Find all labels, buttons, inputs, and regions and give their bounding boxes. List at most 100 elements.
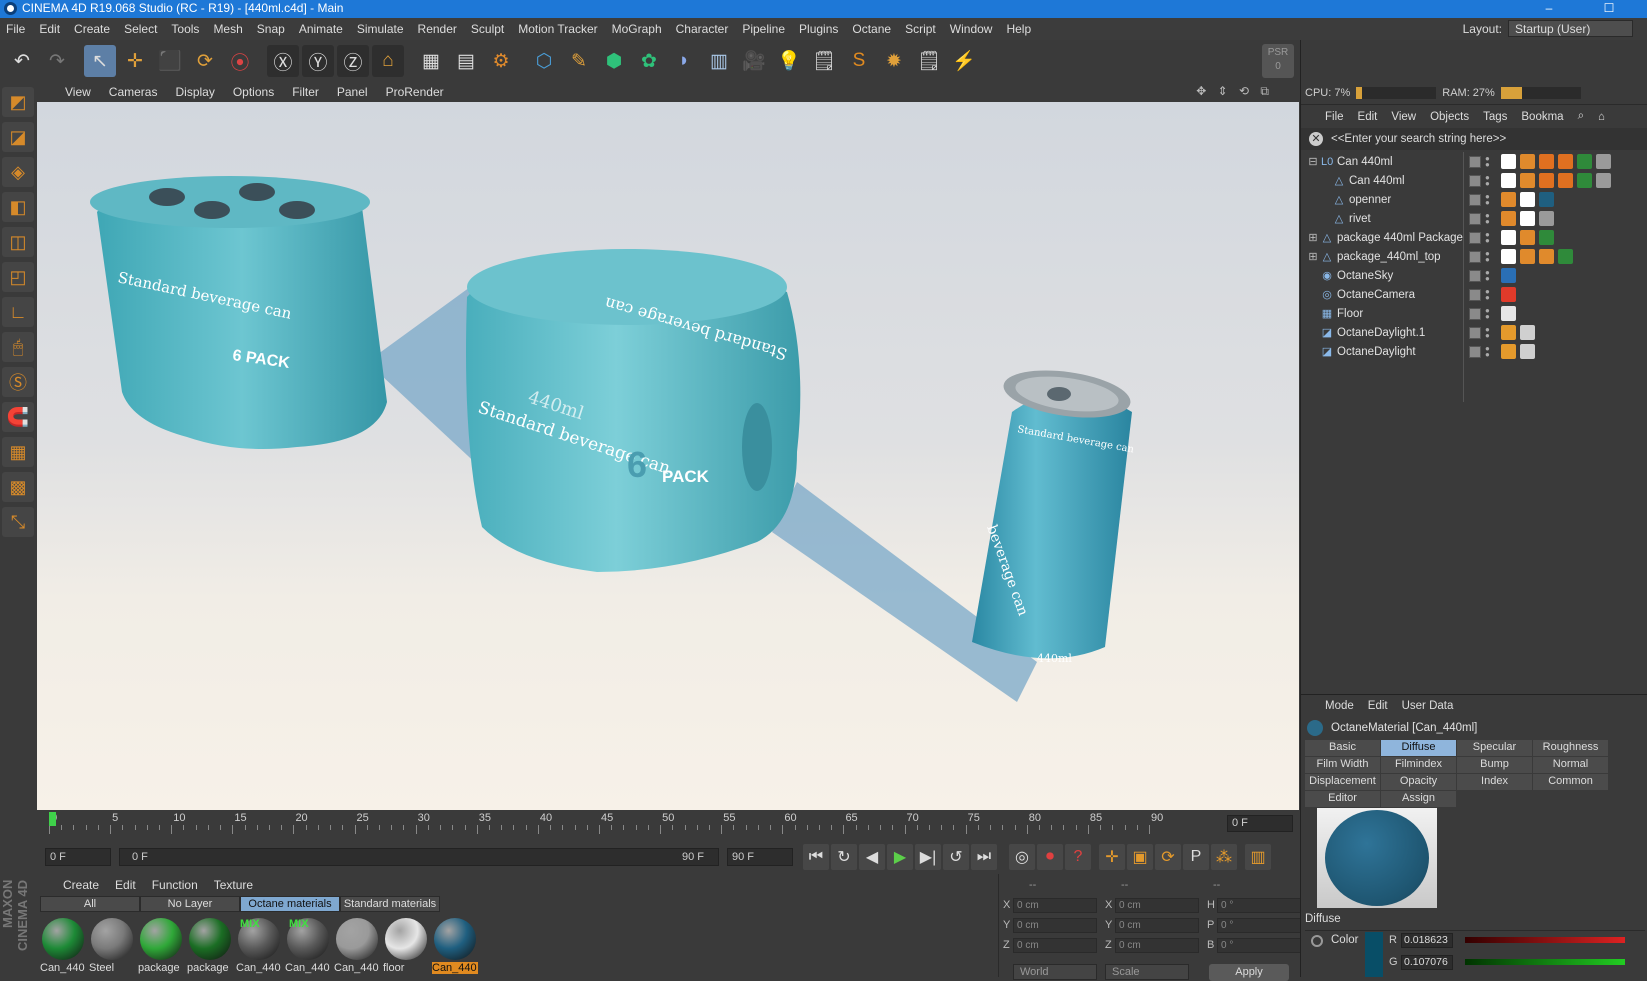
object-row[interactable]: △ Can 440ml ● ●	[1301, 171, 1647, 191]
mat-menu-function[interactable]: Function	[152, 878, 198, 892]
menu-simulate[interactable]: Simulate	[357, 22, 404, 36]
clear-search-icon[interactable]: ✕	[1309, 132, 1323, 146]
maximize-button[interactable]: ☐	[1589, 0, 1629, 18]
points-mode-icon[interactable]: ◧	[2, 192, 34, 222]
object-row[interactable]: ⊟ L0 Can 440ml ● ●	[1301, 152, 1647, 172]
object-name[interactable]: Can 440ml	[1337, 156, 1393, 168]
tag-icon[interactable]	[1520, 211, 1535, 226]
object-row[interactable]: ⊞ △ package_440ml_top ● ●	[1301, 247, 1647, 267]
size-z-field[interactable]: 0 cm	[1115, 937, 1199, 953]
diffuse-section-header[interactable]: Diffuse	[1305, 913, 1645, 931]
object-name[interactable]: rivet	[1349, 213, 1371, 225]
menu-sculpt[interactable]: Sculpt	[471, 22, 504, 36]
tag-icon[interactable]	[1520, 230, 1535, 245]
quantize-icon[interactable]: ▩	[2, 472, 34, 502]
texture-mode-icon[interactable]: ◪	[2, 122, 34, 152]
timeline[interactable]: 051015202530354045505560657075808590 0 F	[37, 810, 1299, 840]
attr-menu-edit[interactable]: Edit	[1368, 700, 1388, 712]
object-name[interactable]: OctaneDaylight.1	[1337, 327, 1425, 339]
menu-mograph[interactable]: MoGraph	[612, 22, 662, 36]
visibility-dots[interactable]: ● ●	[1485, 269, 1490, 283]
menu-octane[interactable]: Octane	[852, 22, 891, 36]
menu-help[interactable]: Help	[1006, 22, 1031, 36]
object-row[interactable]: ◪ OctaneDaylight ● ●	[1301, 342, 1647, 362]
play-button[interactable]: ▶	[887, 844, 913, 870]
object-row[interactable]: △ rivet ● ●	[1301, 209, 1647, 229]
tag-icon[interactable]	[1558, 154, 1573, 169]
menu-pipeline[interactable]: Pipeline	[742, 22, 785, 36]
attr-tab[interactable]: Roughness	[1533, 740, 1608, 756]
size-y-field[interactable]: 0 cm	[1115, 917, 1199, 933]
tweak-mode-icon[interactable]: 🖱	[2, 332, 34, 362]
object-row[interactable]: ◪ OctaneDaylight.1 ● ●	[1301, 323, 1647, 343]
attr-tab[interactable]: Common	[1533, 774, 1608, 790]
settings-icon[interactable]: ✹	[878, 45, 910, 77]
menu-render[interactable]: Render	[418, 22, 457, 36]
mat-tab-all[interactable]: All	[40, 896, 140, 912]
key-pla-icon[interactable]: ⁂	[1211, 844, 1237, 870]
menu-tools[interactable]: Tools	[171, 22, 199, 36]
step-forward-button[interactable]: ▶|	[915, 844, 941, 870]
obj-menu-view[interactable]: View	[1391, 111, 1416, 123]
object-search-input[interactable]: <<Enter your search string here>>	[1331, 133, 1506, 145]
material-swatch[interactable]: MIX Can_440	[285, 916, 331, 974]
tag-icon[interactable]	[1501, 344, 1516, 359]
end-frame-field[interactable]: 90 F	[727, 848, 793, 866]
tag-icon[interactable]	[1520, 325, 1535, 340]
attr-tab[interactable]: Index	[1457, 774, 1532, 790]
paint-icon[interactable]: ⚡	[948, 45, 980, 77]
edges-mode-icon[interactable]: ◫	[2, 227, 34, 257]
menu-script[interactable]: Script	[905, 22, 936, 36]
tag-icon[interactable]	[1539, 211, 1554, 226]
tag-icon[interactable]	[1520, 249, 1535, 264]
layer-checkbox[interactable]	[1469, 289, 1481, 301]
visibility-dots[interactable]: ● ●	[1485, 345, 1490, 359]
minimize-button[interactable]: –	[1529, 0, 1569, 18]
rotation-b-field[interactable]: 0 °	[1217, 937, 1301, 953]
object-name[interactable]: package_440ml_top	[1337, 251, 1441, 263]
solo-icon[interactable]: ⤡	[2, 507, 34, 537]
object-search-bar[interactable]: ✕ <<Enter your search string here>>	[1301, 128, 1647, 150]
tag-icon[interactable]	[1520, 192, 1535, 207]
material-swatch[interactable]: MIX Can_440	[236, 916, 282, 974]
mat-menu-create[interactable]: Create	[63, 878, 99, 892]
visibility-dots[interactable]: ● ●	[1485, 212, 1490, 226]
layer-checkbox[interactable]	[1469, 232, 1481, 244]
menu-select[interactable]: Select	[124, 22, 157, 36]
tag-icon[interactable]	[1539, 173, 1554, 188]
obj-menu-objects[interactable]: Objects	[1430, 111, 1469, 123]
coord-mode-dropdown[interactable]: Scale	[1105, 964, 1189, 980]
z-axis-icon[interactable]: Ⓩ	[337, 45, 369, 77]
layer-checkbox[interactable]	[1469, 156, 1481, 168]
rotation-p-field[interactable]: 0 °	[1217, 917, 1301, 933]
snap-icon[interactable]: Ⓢ	[2, 367, 34, 397]
object-row[interactable]: ◎ OctaneCamera ● ●	[1301, 285, 1647, 305]
light-icon[interactable]: 💡	[773, 45, 805, 77]
tag-icon[interactable]	[1577, 154, 1592, 169]
attr-tab[interactable]: Displacement	[1305, 774, 1380, 790]
material-swatch[interactable]: package	[187, 916, 233, 974]
mat-tab-octane[interactable]: Octane materials	[240, 896, 340, 912]
tag-icon[interactable]	[1596, 173, 1611, 188]
key-position-icon[interactable]: ✛	[1099, 844, 1125, 870]
object-name[interactable]: Can 440ml	[1349, 175, 1405, 187]
attr-menu-user-data[interactable]: User Data	[1402, 700, 1454, 712]
attr-tab[interactable]: Bump	[1457, 757, 1532, 773]
color-swatch[interactable]	[1365, 932, 1383, 977]
mat-tab-standard[interactable]: Standard materials	[340, 896, 440, 912]
key-scale-icon[interactable]: ▣	[1127, 844, 1153, 870]
obj-menu-edit[interactable]: Edit	[1358, 111, 1378, 123]
viewport-menu-view[interactable]: View	[65, 85, 91, 99]
mat-menu-edit[interactable]: Edit	[115, 878, 136, 892]
object-row[interactable]: ▦ Floor ● ●	[1301, 304, 1647, 324]
apply-button[interactable]: Apply	[1209, 964, 1289, 981]
coord-space-dropdown[interactable]: World	[1013, 964, 1097, 980]
coordinate-system-icon[interactable]: ⌂	[372, 45, 404, 77]
attr-tab[interactable]: Film Width	[1305, 757, 1380, 773]
visibility-dots[interactable]: ● ●	[1485, 307, 1490, 321]
g-slider[interactable]	[1465, 959, 1625, 965]
attr-tab[interactable]: Diffuse	[1381, 740, 1456, 756]
workplane-lock-icon[interactable]: ▦	[2, 437, 34, 467]
rotation-h-field[interactable]: 0 °	[1217, 897, 1301, 913]
attr-tab[interactable]: Assign	[1381, 791, 1456, 807]
